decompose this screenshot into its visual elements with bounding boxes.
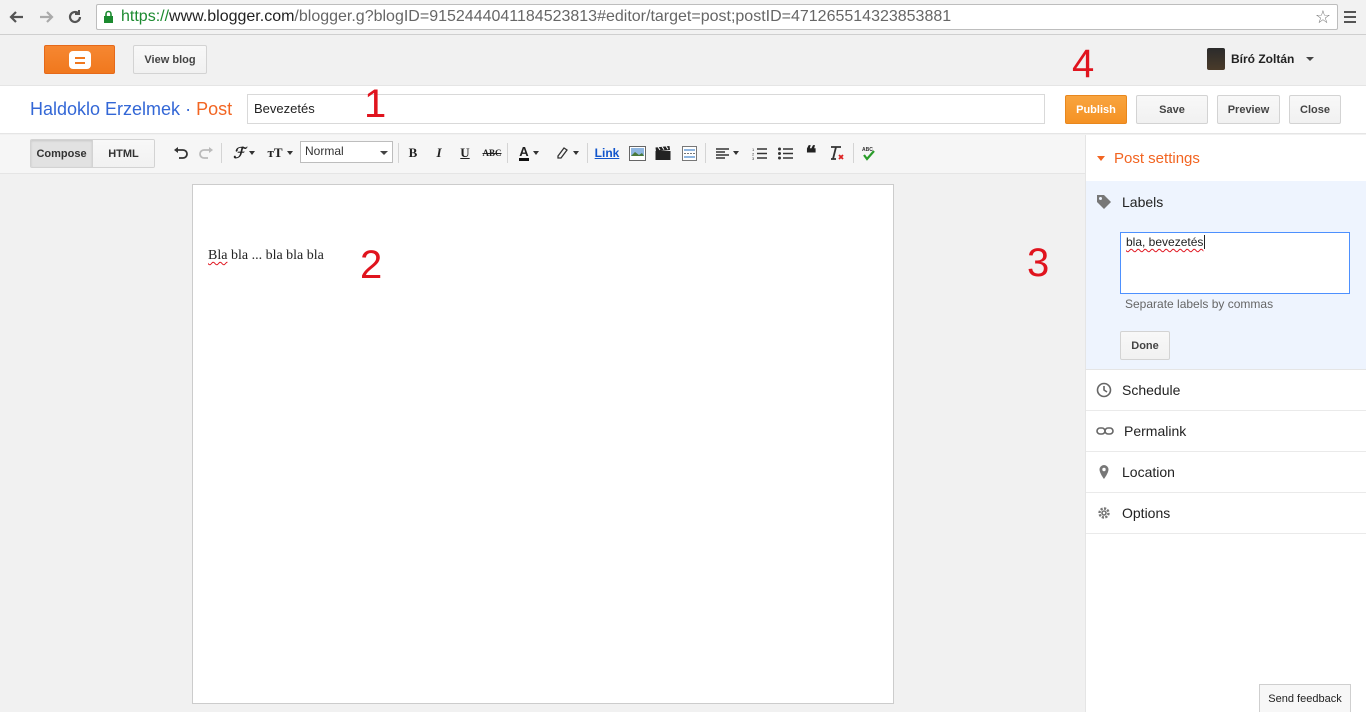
labels-value: bla, bevezetés	[1126, 235, 1204, 249]
post-body-text[interactable]: Bla bla ... bla bla bla	[208, 248, 324, 264]
account-menu[interactable]: Bíró Zoltán	[1207, 46, 1315, 72]
sidebar-item-label: Schedule	[1122, 382, 1181, 398]
toolbar-divider	[398, 143, 399, 163]
body-word: bla	[286, 248, 304, 263]
underline-icon[interactable]: U	[457, 144, 473, 162]
chevron-down-icon	[1306, 57, 1315, 61]
breadcrumb-post: Post	[196, 99, 233, 119]
post-settings-title: Post settings	[1114, 150, 1200, 167]
video-icon[interactable]	[654, 144, 672, 162]
gear-icon	[1098, 507, 1110, 519]
labels-input[interactable]: bla, bevezetés	[1120, 232, 1350, 294]
chevron-down-icon	[380, 151, 388, 155]
done-button[interactable]: Done	[1120, 331, 1170, 360]
bookmark-star-icon[interactable]: ☆	[1315, 7, 1331, 28]
toolbar-divider	[507, 143, 508, 163]
sidebar-item-label: Location	[1122, 464, 1175, 480]
post-settings-header[interactable]: Post settings	[1097, 150, 1200, 167]
breadcrumb: Haldoklo Erzelmek · Post	[30, 99, 232, 120]
blog-name[interactable]: Haldoklo Erzelmek	[30, 99, 180, 119]
svg-text:3: 3	[752, 156, 755, 160]
text-color-icon[interactable]: A	[514, 144, 544, 162]
font-size-icon[interactable]: тT	[265, 144, 295, 162]
user-name: Bíró Zoltán	[1231, 52, 1295, 66]
undo-icon[interactable]	[172, 144, 188, 162]
breadcrumb-separator: ·	[185, 99, 192, 119]
collapse-triangle-icon	[1097, 156, 1105, 161]
svg-text:ABC: ABC	[862, 147, 873, 153]
toolbar-divider	[587, 143, 588, 163]
quote-icon[interactable]: ❝	[802, 143, 820, 165]
body-word: ...	[251, 248, 263, 263]
address-bar[interactable]: https://www.blogger.com/blogger.g?blogID…	[96, 4, 1338, 30]
tab-html[interactable]: HTML	[92, 140, 154, 167]
lock-icon	[104, 10, 113, 23]
link-button[interactable]: Link	[593, 144, 621, 162]
annotation-2: 2	[360, 243, 383, 287]
paragraph-format-value: Normal	[305, 144, 344, 158]
sidebar-item-location[interactable]: Location	[1086, 452, 1366, 493]
browser-menu-icon[interactable]	[1341, 8, 1359, 26]
view-blog-button[interactable]: View blog	[133, 45, 207, 74]
spellcheck-icon[interactable]: ABC	[860, 144, 878, 162]
align-icon[interactable]	[712, 144, 742, 162]
labels-title: Labels	[1122, 193, 1164, 210]
annotation-4: 4	[1072, 42, 1095, 86]
sidebar-item-permalink[interactable]: Permalink	[1086, 411, 1366, 452]
image-icon[interactable]	[628, 144, 646, 162]
strikethrough-icon[interactable]: ABC	[481, 144, 503, 162]
toolbar-divider	[221, 143, 222, 163]
url-text: https://www.blogger.com/blogger.g?blogID…	[121, 8, 952, 25]
location-pin-icon	[1099, 465, 1109, 479]
sidebar-item-schedule[interactable]: Schedule	[1086, 370, 1366, 411]
reload-icon[interactable]	[64, 6, 86, 28]
blogger-logo-icon	[68, 50, 91, 69]
labels-section-header[interactable]: Labels	[1086, 181, 1366, 222]
annotation-3: 3	[1027, 241, 1050, 285]
sidebar-item-options[interactable]: Options	[1086, 493, 1366, 534]
tab-compose[interactable]: Compose	[31, 140, 92, 167]
sidebar-item-label: Options	[1122, 505, 1171, 521]
annotation-1: 1	[364, 82, 387, 126]
toolbar-divider	[705, 143, 706, 163]
publish-button[interactable]: Publish	[1065, 95, 1127, 124]
remove-formatting-icon[interactable]	[828, 144, 846, 162]
body-word: bla	[265, 248, 283, 263]
body-word: bla	[230, 248, 249, 263]
italic-icon[interactable]: I	[431, 144, 447, 162]
avatar	[1207, 48, 1225, 70]
font-family-icon[interactable]: ℱ	[229, 144, 259, 162]
paragraph-format-select[interactable]: Normal	[300, 141, 393, 163]
preview-button[interactable]: Preview	[1217, 95, 1280, 124]
numbered-list-icon[interactable]: 123	[750, 144, 768, 162]
toolbar-divider	[853, 143, 854, 163]
highlight-icon[interactable]	[552, 144, 582, 162]
sidebar-item-label: Permalink	[1124, 423, 1187, 439]
editor-mode-tabs: Compose HTML	[30, 139, 155, 168]
labels-hint: Separate labels by commas	[1125, 297, 1274, 311]
blogger-logo-button[interactable]	[44, 45, 115, 74]
clock-icon	[1096, 382, 1112, 398]
back-icon[interactable]	[6, 6, 28, 28]
body-word: bla	[306, 248, 324, 263]
tag-icon	[1097, 194, 1111, 209]
redo-icon[interactable]	[198, 144, 214, 162]
close-button[interactable]: Close	[1289, 95, 1341, 124]
forward-icon[interactable]	[35, 6, 57, 28]
bold-icon[interactable]: B	[405, 144, 421, 162]
save-button[interactable]: Save	[1136, 95, 1208, 124]
body-word: Bla	[208, 248, 228, 263]
link-icon	[1096, 427, 1114, 435]
send-feedback-button[interactable]: Send feedback	[1259, 684, 1351, 712]
bulleted-list-icon[interactable]	[776, 144, 794, 162]
jump-break-icon[interactable]	[680, 144, 698, 162]
